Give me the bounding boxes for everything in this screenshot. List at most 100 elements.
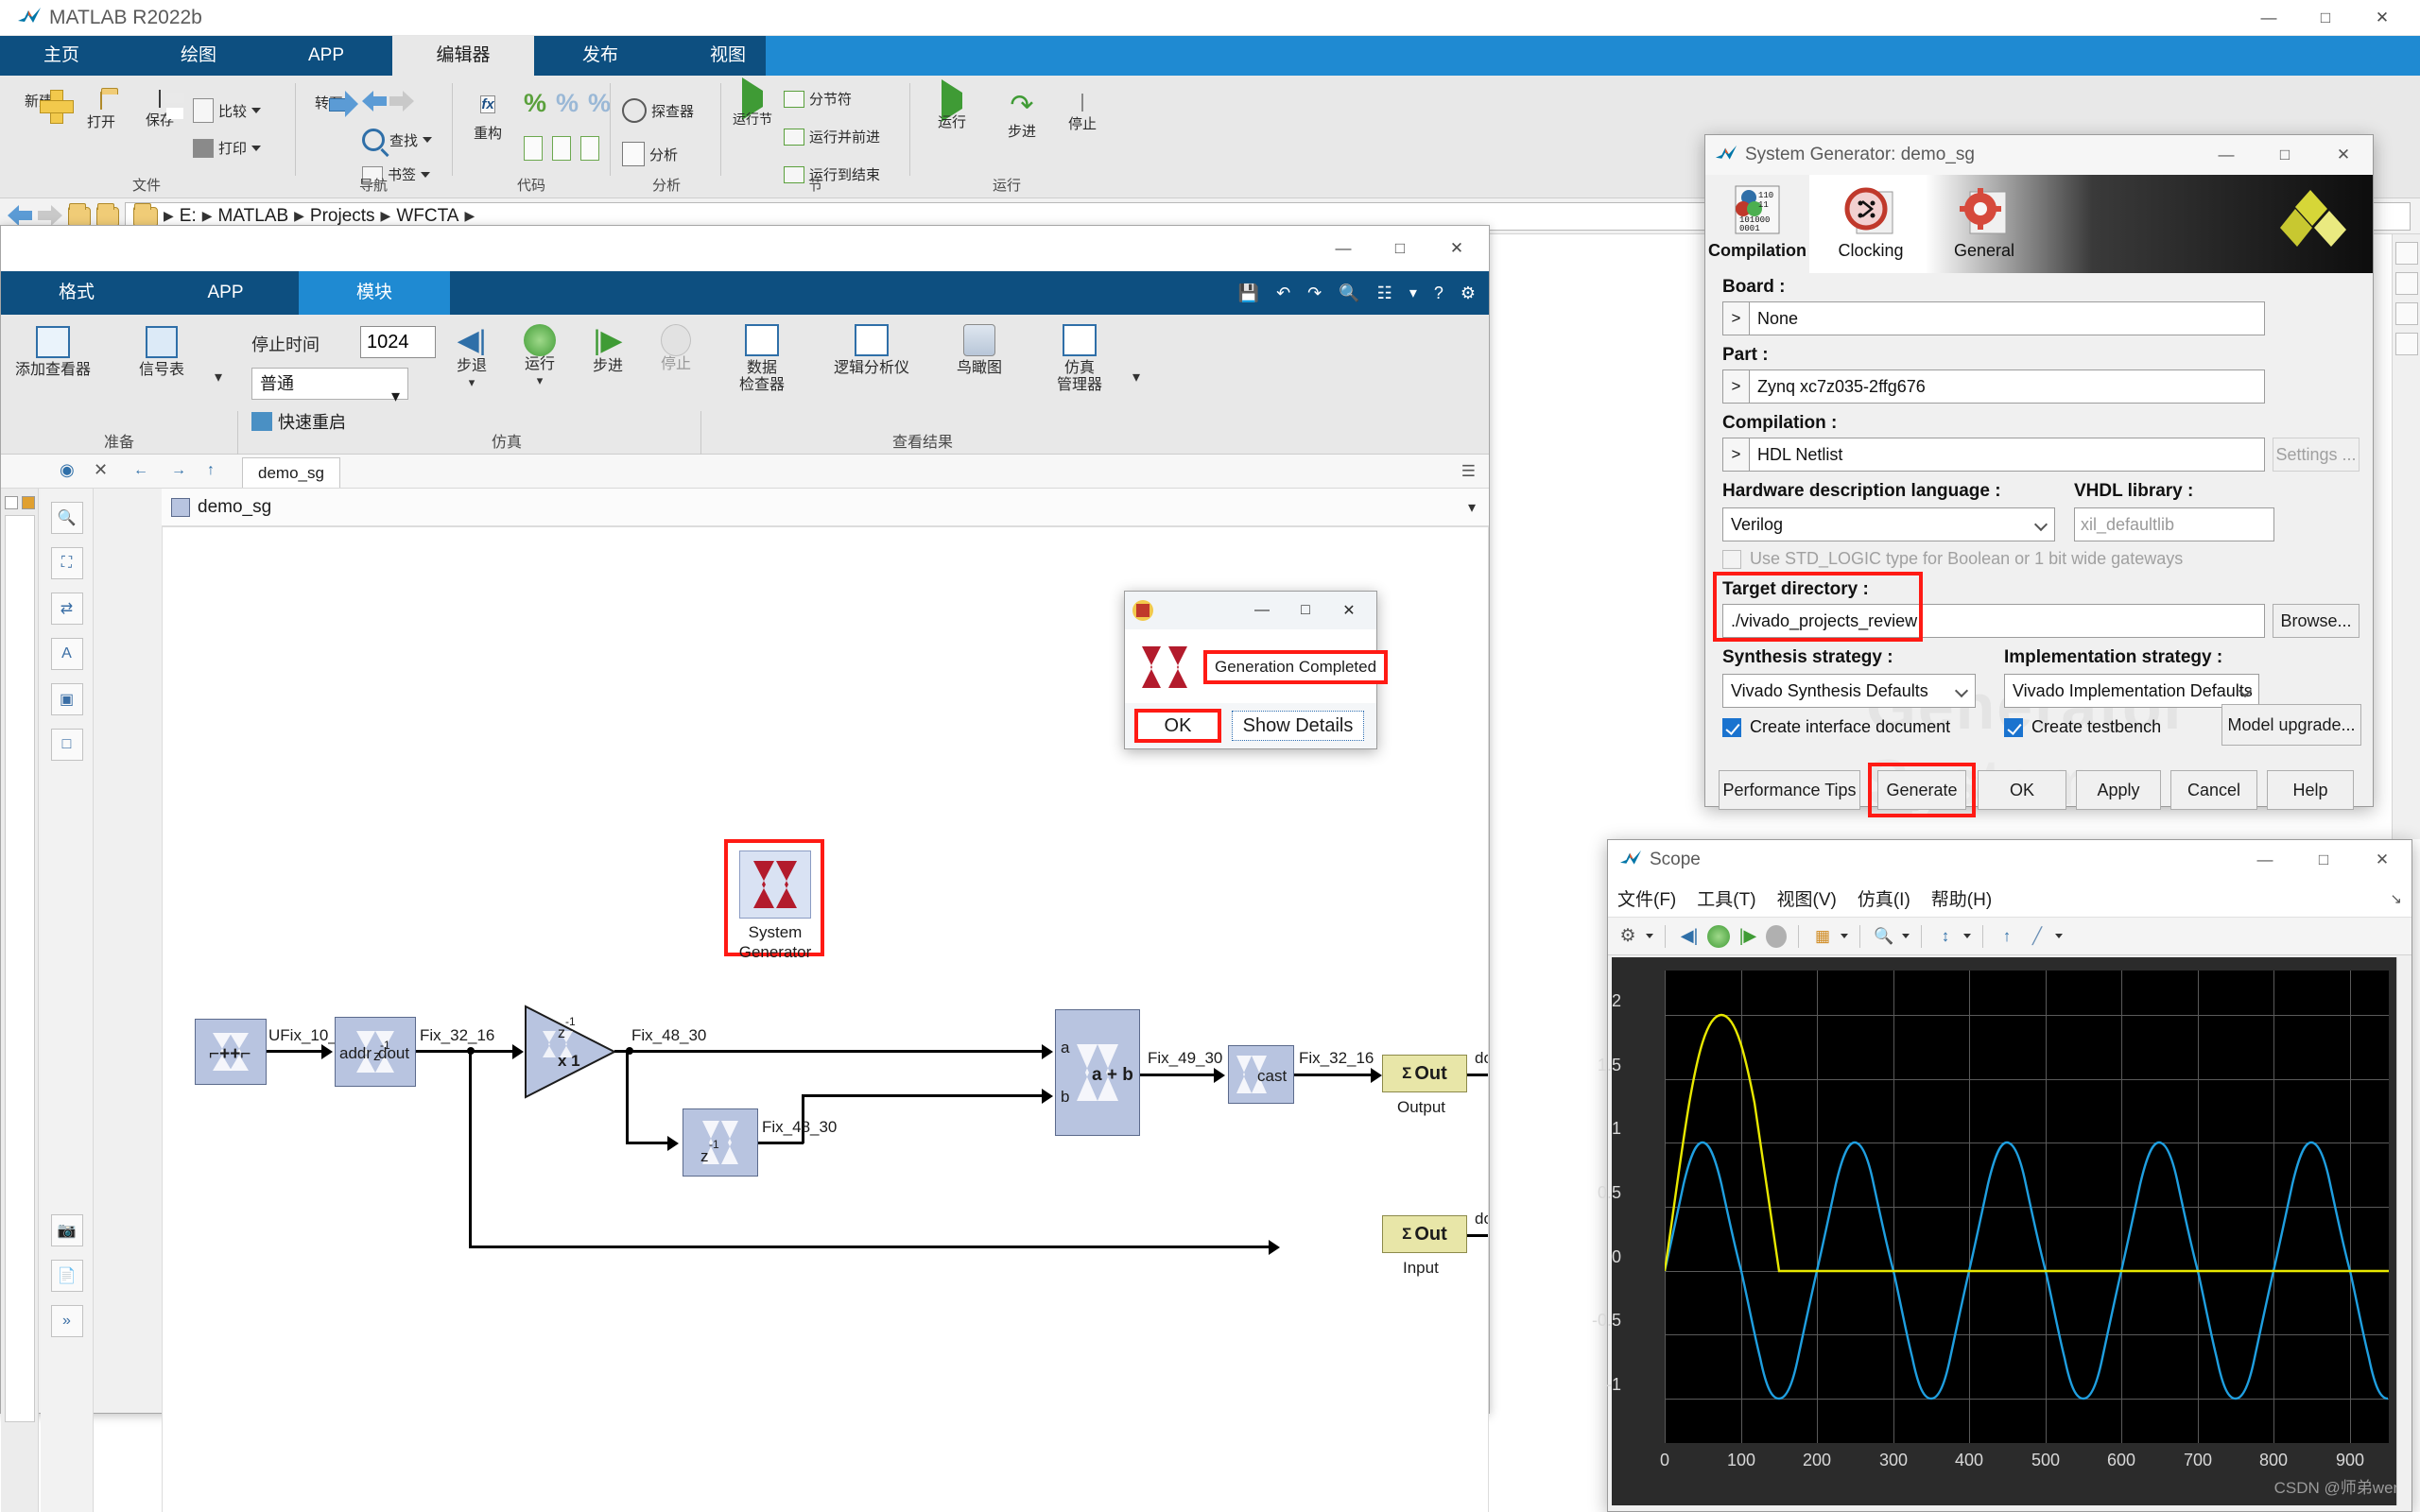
print-button[interactable]: 打印 (193, 138, 262, 158)
close-panel-icon[interactable]: ✕ (94, 460, 108, 480)
part-field[interactable]: > Zynq xc7z035-2ffg676 (1722, 369, 2265, 404)
refresh-folder-icon[interactable] (96, 202, 119, 226)
chevron-down-icon-hdl[interactable] (2033, 517, 2048, 532)
run-section-button[interactable]: 运行节 (727, 77, 778, 129)
browse-button[interactable]: Browse... (2273, 604, 2360, 638)
sl-zoom-icon[interactable]: 🔍 (1339, 284, 1359, 303)
palette-notes-icon[interactable]: 📄 (50, 1260, 83, 1292)
gc-ok-button[interactable]: OK (1134, 709, 1221, 743)
create-interface-checkbox[interactable] (1722, 717, 1741, 737)
stop-button[interactable]: 停止 (1054, 94, 1111, 133)
run-more-icon[interactable]: ▾ (509, 373, 571, 388)
scope-menu-view[interactable]: 视图(V) (1777, 885, 1837, 911)
generate-button[interactable]: Generate (1877, 770, 1966, 810)
scope-menu-expand-icon[interactable]: ↘ (2390, 890, 2402, 907)
scope-cursor-icon[interactable]: ↑ (1995, 924, 2019, 949)
scope-autoscale-icon[interactable]: ↕ (1933, 924, 1958, 949)
tab-apps[interactable]: APP (265, 36, 388, 76)
smart-indent-icon[interactable] (524, 136, 543, 161)
step-button[interactable]: ↷ 步进 (992, 92, 1052, 141)
indent-left-icon[interactable] (580, 136, 599, 161)
dock-target-icon[interactable]: ◉ (60, 460, 75, 480)
gc-show-details-button[interactable]: Show Details (1232, 711, 1364, 741)
category-general[interactable]: General (1932, 175, 2036, 273)
sl-settings-icon[interactable]: ⚙ (1461, 284, 1476, 303)
sl-tab-apps[interactable]: APP (152, 271, 299, 315)
scope-menu-tools[interactable]: 工具(T) (1697, 885, 1755, 911)
palette-fit-icon[interactable]: ⛶ (50, 547, 83, 579)
scope-step-forward-icon[interactable]: |▶ (1736, 924, 1760, 949)
block-cast[interactable]: cast (1228, 1045, 1294, 1104)
create-interface-row[interactable]: Create interface document (1722, 717, 1950, 737)
sl-tab-format[interactable]: 格式 (1, 271, 152, 315)
sim-stop-button[interactable]: 停止 (645, 324, 707, 373)
chevron-down-icon-synth[interactable] (1954, 683, 1969, 698)
sl-undo-icon[interactable]: ↶ (1276, 284, 1290, 303)
minimize-icon[interactable]: — (2240, 0, 2297, 36)
wrap-comment-icon[interactable]: % (588, 91, 611, 116)
block-counter[interactable]: ⌐++⌐ (195, 1019, 267, 1085)
chevron-down-icon-3[interactable] (423, 137, 433, 143)
scope-zoom-icon[interactable]: 🔍 (1872, 924, 1896, 949)
performance-tips-button[interactable]: Performance Tips (1719, 770, 1860, 810)
chevron-down-icon[interactable] (251, 108, 262, 113)
rail-button-2[interactable] (2394, 272, 2418, 295)
palette-search-icon[interactable]: 🔍 (50, 502, 83, 534)
breadcrumb-model-name[interactable]: demo_sg (198, 497, 271, 518)
scope-run-icon[interactable] (1707, 924, 1730, 948)
implementation-select[interactable]: Vivado Implementation Defaults (2004, 674, 2259, 708)
pan-left-icon[interactable]: ← (133, 462, 148, 479)
scope-config-chevron-icon[interactable] (1646, 934, 1653, 938)
gc-close-icon[interactable]: ✕ (1327, 592, 1371, 629)
compilation-expand-icon[interactable]: > (1723, 438, 1750, 471)
scope-maximize-icon[interactable]: □ (2294, 840, 2353, 880)
tab-plots[interactable]: 绘图 (137, 36, 260, 76)
category-compilation[interactable]: 110 11 101000 0001 Compilation (1705, 175, 1809, 273)
breadcrumb-matlab[interactable]: MATLAB (218, 206, 289, 227)
up-level-icon[interactable]: ↑ (207, 462, 215, 479)
indent-right-icon[interactable] (552, 136, 571, 161)
add-viewer-button[interactable]: 添加查看器 (1, 326, 105, 379)
tab-home[interactable]: 主页 (0, 36, 123, 76)
open-button[interactable]: 打开 (74, 92, 129, 131)
breadcrumb-wfcta[interactable]: WFCTA (396, 206, 458, 227)
palette-expand-icon[interactable]: » (50, 1305, 83, 1337)
run-button[interactable]: 运行 (922, 79, 982, 131)
birdseye-button[interactable]: 鸟瞰图 (932, 324, 1027, 377)
apply-button[interactable]: Apply (2076, 770, 2161, 810)
block-adder[interactable]: a b a + b (1055, 1009, 1140, 1136)
nav-back-icon[interactable] (362, 91, 387, 112)
scope-stop-icon[interactable] (1766, 924, 1787, 948)
target-dir-field[interactable]: ./vivado_projects_review (1722, 604, 2265, 638)
rail-button-1[interactable] (2394, 242, 2418, 265)
refactor-button[interactable]: fx 重构 (459, 89, 516, 143)
back-icon[interactable] (8, 204, 32, 228)
sl-help-icon[interactable]: ? (1434, 284, 1443, 303)
sl-chevron-icon[interactable]: ▾ (1409, 284, 1417, 302)
palette-camera-icon[interactable]: 📷 (50, 1214, 83, 1246)
scope-config-icon[interactable]: ⚙ (1616, 924, 1640, 949)
section-break-button[interactable]: 分节符 (784, 89, 852, 109)
nav-forward-icon[interactable] (389, 91, 414, 112)
data-inspector-button[interactable]: 数据 检查器 (715, 324, 809, 395)
stop-time-input[interactable]: 1024 (360, 326, 436, 358)
find-button[interactable]: 查找 (362, 129, 433, 151)
scope-measure-icon[interactable]: ╱ (2025, 924, 2049, 949)
board-field[interactable]: > None (1722, 301, 2265, 335)
palette-connect-icon[interactable]: ⇄ (50, 593, 83, 625)
tab-view[interactable]: 视图 (666, 36, 789, 76)
scope-autoscale-chevron-icon[interactable] (1963, 934, 1971, 938)
chevron-down-icon-2[interactable] (251, 145, 262, 151)
scope-menu-help[interactable]: 帮助(H) (1931, 885, 1992, 911)
save-button[interactable]: 保存 (132, 90, 187, 129)
palette-image-icon[interactable]: ▣ (50, 683, 83, 715)
ok-button[interactable]: OK (1978, 770, 2066, 810)
step-forward-button[interactable]: |▶ 步进 (577, 324, 639, 375)
part-expand-icon[interactable]: > (1723, 370, 1750, 403)
maximize-icon[interactable]: □ (2297, 0, 2354, 36)
block-delay[interactable]: z -1 (683, 1108, 758, 1177)
cancel-button[interactable]: Cancel (2170, 770, 2257, 810)
comment-icon[interactable]: % (524, 91, 546, 116)
prepare-more-icon[interactable]: ▾ (215, 368, 222, 387)
model-upgrade-button[interactable]: Model upgrade... (2221, 704, 2361, 746)
